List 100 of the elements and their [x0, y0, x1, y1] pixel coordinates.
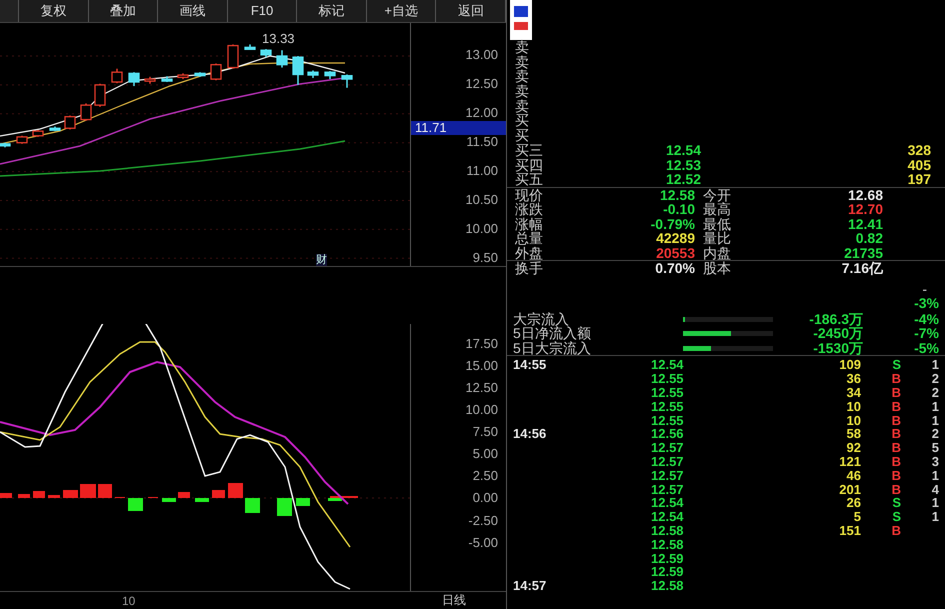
axis-label: 5.00: [472, 446, 498, 462]
candlestick: [94, 84, 106, 107]
tick-price: 12.58: [651, 522, 684, 538]
order-label: 卖: [515, 40, 529, 55]
quote-label: 总量: [515, 231, 544, 246]
axis-label: 7.50: [472, 424, 498, 440]
quote-value: 12.58: [658, 188, 696, 202]
quote-value: 7.16亿: [840, 261, 884, 276]
tick-time: 14:57: [513, 578, 546, 594]
tick-volume: 26: [846, 495, 861, 510]
axis-label: 0.00: [472, 490, 498, 506]
candlestick: [324, 70, 336, 80]
high-price-label: 13.33: [262, 32, 295, 46]
order-price: 12.54: [664, 142, 701, 158]
tick-volume: 109: [839, 357, 861, 372]
toolbar-button[interactable]: 画线: [158, 0, 228, 22]
order-volume: 328: [906, 142, 931, 158]
tick-price: 12.57: [651, 440, 684, 456]
tick-price: 12.55: [651, 398, 684, 414]
quote-label: 最高: [703, 202, 732, 217]
toolbar-button[interactable]: +自选: [366, 0, 436, 22]
axis-label: 11.50: [466, 134, 498, 150]
toolbar-button[interactable]: 返回: [436, 0, 506, 22]
quote-value: 12.41: [846, 216, 884, 232]
candlestick: [0, 142, 11, 148]
candlestick: [161, 76, 173, 82]
current-price-tag: 11.71: [411, 120, 506, 135]
tick-price: 12.58: [651, 536, 684, 552]
axis-label: 2.50: [472, 468, 498, 484]
axis-label: 10.00: [465, 402, 498, 418]
toolbar-button[interactable]: F10: [228, 0, 298, 22]
tick-volume: 58: [846, 426, 861, 442]
tick-count: 2: [932, 384, 939, 400]
axis-label: -5.00: [468, 534, 498, 550]
tick-side: S: [892, 509, 901, 524]
tick-count: 1: [932, 509, 939, 524]
toolbar-button[interactable]: 叠加: [88, 0, 158, 22]
flow-amount: -1530万: [812, 340, 863, 356]
tick-side: B: [892, 426, 901, 442]
dash-text: -: [922, 282, 927, 296]
axis-label: 12.00: [465, 105, 498, 120]
candlestick: [210, 63, 222, 80]
candlestick: [16, 136, 28, 144]
candlestick: [177, 73, 189, 80]
candlestick: [276, 50, 288, 68]
flow-percent: -3%: [914, 296, 939, 310]
flow-label: 5日大宗流入: [513, 340, 592, 356]
toolbar-button[interactable]: 复权: [19, 0, 89, 22]
quote-value: 0.82: [854, 231, 884, 246]
order-label: 买: [515, 128, 529, 143]
candlestick: [128, 72, 140, 86]
axis-label: 12.50: [465, 380, 498, 395]
order-label: 买三: [515, 142, 544, 158]
candlestick: [64, 115, 76, 130]
tick-volume: 10: [846, 398, 861, 414]
axis-label: 9.50: [472, 250, 498, 265]
candlestick: [32, 130, 44, 137]
quote-value: -0.79%: [650, 216, 696, 232]
period-label: 日线: [442, 592, 466, 609]
toolbar-button[interactable]: 标记: [297, 0, 367, 22]
axis-label: 15.00: [465, 358, 498, 373]
candlestick: [292, 56, 304, 85]
quote-value: 42289: [655, 231, 696, 246]
candlestick: [194, 72, 206, 77]
tick-price: 12.57: [651, 454, 684, 469]
axis-label: 13.00: [465, 47, 498, 62]
tick-count: 5: [932, 440, 939, 456]
flow-amount: -186.3万: [808, 312, 863, 326]
quote-label: 换手: [515, 261, 544, 276]
quote-label: 涨跌: [515, 202, 544, 217]
order-label: 卖: [515, 54, 529, 70]
candlestick: [144, 76, 156, 84]
tick-time: 14:55: [513, 357, 546, 372]
quote-value: 12.68: [846, 188, 884, 202]
axis-label: 10.00: [465, 220, 498, 236]
axis-label: 11.00: [466, 163, 498, 178]
flow-percent: -4%: [913, 312, 940, 326]
finance-marker[interactable]: 财: [316, 254, 327, 266]
candlestick: [111, 68, 123, 84]
order-label: 卖: [515, 69, 529, 84]
tick-count: 2: [932, 426, 939, 442]
axis-label: -2.50: [468, 512, 498, 528]
candlestick: [227, 44, 239, 69]
order-price: 12.52: [664, 172, 701, 187]
tick-count: 1: [932, 398, 939, 414]
order-volume: 405: [906, 158, 931, 172]
quote-label: 股本: [703, 261, 732, 276]
axis-label: 17.50: [465, 336, 498, 351]
flow-percent: -5%: [913, 340, 940, 356]
tick-side: B: [892, 454, 901, 469]
quote-label: 涨幅: [515, 216, 544, 232]
order-price: 12.53: [664, 158, 701, 172]
tick-volume: 46: [846, 468, 861, 483]
candlestick: [307, 70, 319, 78]
tick-price: 12.55: [651, 371, 684, 386]
candlestick: [49, 126, 61, 132]
flow-label: 大宗流入: [513, 312, 569, 326]
order-label: 买: [515, 113, 529, 128]
axis-label: 12.50: [465, 76, 498, 92]
tick-volume: 92: [846, 440, 861, 456]
